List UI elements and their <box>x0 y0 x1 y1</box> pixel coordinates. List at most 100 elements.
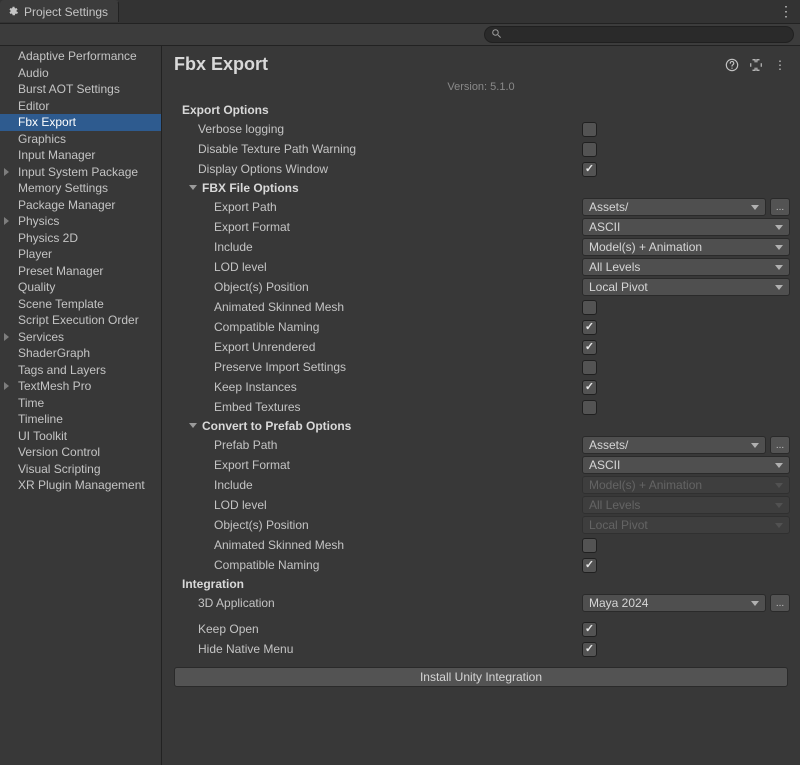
section-integration: Integration <box>162 575 800 593</box>
sidebar-item-fbx-export[interactable]: Fbx Export <box>0 114 161 131</box>
checkbox-keep-open[interactable] <box>582 622 597 637</box>
sidebar-item-visual-scripting[interactable]: Visual Scripting <box>0 461 161 478</box>
checkbox-embed-textures[interactable] <box>582 400 597 415</box>
sidebar-item-ui-toolkit[interactable]: UI Toolkit <box>0 428 161 445</box>
section-export-options: Export Options <box>162 101 800 119</box>
sidebar-item-package-manager[interactable]: Package Manager <box>0 197 161 214</box>
sidebar-item-time[interactable]: Time <box>0 395 161 412</box>
search-input-wrap[interactable] <box>484 26 794 43</box>
sidebar-item-label: Audio <box>18 66 49 80</box>
checkbox-animated-skinned-mesh[interactable] <box>582 300 597 315</box>
label-keep-open: Keep Open <box>162 622 582 636</box>
label-display-options-window: Display Options Window <box>162 162 582 176</box>
label-objects-position: Object(s) Position <box>162 280 582 294</box>
expand-arrow-icon <box>4 382 9 390</box>
sidebar-item-xr-plugin-management[interactable]: XR Plugin Management <box>0 477 161 494</box>
dropdown-lod-level[interactable]: All Levels <box>582 258 790 276</box>
sidebar-item-label: Tags and Layers <box>18 363 106 377</box>
sidebar-item-input-manager[interactable]: Input Manager <box>0 147 161 164</box>
label-disable-texture-warning: Disable Texture Path Warning <box>162 142 582 156</box>
sidebar-item-label: XR Plugin Management <box>18 478 145 492</box>
dropdown-export-format[interactable]: ASCII <box>582 218 790 236</box>
sidebar-item-preset-manager[interactable]: Preset Manager <box>0 263 161 280</box>
label-prefab-objects-position: Object(s) Position <box>162 518 582 532</box>
sidebar-item-timeline[interactable]: Timeline <box>0 411 161 428</box>
label-3d-application: 3D Application <box>162 596 582 610</box>
tab-project-settings[interactable]: Project Settings <box>0 0 119 22</box>
sidebar-item-label: Scene Template <box>18 297 104 311</box>
sidebar-item-script-execution-order[interactable]: Script Execution Order <box>0 312 161 329</box>
sidebar-item-label: Package Manager <box>18 198 115 212</box>
sidebar-item-label: UI Toolkit <box>18 429 67 443</box>
sidebar-item-graphics[interactable]: Graphics <box>0 131 161 148</box>
toolbar <box>0 24 800 46</box>
checkbox-export-unrendered[interactable] <box>582 340 597 355</box>
preset-icon[interactable] <box>748 57 764 73</box>
checkbox-prefab-compatible-naming[interactable] <box>582 558 597 573</box>
sidebar-item-label: Script Execution Order <box>18 313 139 327</box>
sidebar-item-label: TextMesh Pro <box>18 379 91 393</box>
tab-label: Project Settings <box>24 5 108 19</box>
sidebar-item-label: Physics 2D <box>18 231 78 245</box>
sidebar-item-physics[interactable]: Physics <box>0 213 161 230</box>
panel-menu-icon[interactable]: ⋮ <box>772 57 788 73</box>
checkbox-disable-texture-warning[interactable] <box>582 142 597 157</box>
label-hide-native-menu: Hide Native Menu <box>162 642 582 656</box>
sidebar-item-label: Input Manager <box>18 148 95 162</box>
window-menu-icon[interactable]: ⋮ <box>778 3 794 20</box>
section-convert-to-prefab[interactable]: Convert to Prefab Options <box>162 417 800 435</box>
sidebar-item-label: Input System Package <box>18 165 138 179</box>
sidebar-item-input-system-package[interactable]: Input System Package <box>0 164 161 181</box>
page-title: Fbx Export <box>174 54 268 75</box>
sidebar-item-label: Timeline <box>18 412 63 426</box>
dropdown-prefab-include: Model(s) + Animation <box>582 476 790 494</box>
sidebar-item-label: Quality <box>18 280 55 294</box>
checkbox-verbose-logging[interactable] <box>582 122 597 137</box>
sidebar-item-adaptive-performance[interactable]: Adaptive Performance <box>0 48 161 65</box>
sidebar-item-tags-and-layers[interactable]: Tags and Layers <box>0 362 161 379</box>
checkbox-compatible-naming[interactable] <box>582 320 597 335</box>
expand-arrow-icon <box>4 168 9 176</box>
sidebar-item-version-control[interactable]: Version Control <box>0 444 161 461</box>
sidebar-item-audio[interactable]: Audio <box>0 65 161 82</box>
checkbox-preserve-import-settings[interactable] <box>582 360 597 375</box>
sidebar-item-shadergraph[interactable]: ShaderGraph <box>0 345 161 362</box>
dropdown-prefab-lod-level: All Levels <box>582 496 790 514</box>
browse-export-path-button[interactable]: ... <box>770 198 790 216</box>
label-prefab-compatible-naming: Compatible Naming <box>162 558 582 572</box>
dropdown-prefab-path[interactable]: Assets/ <box>582 436 766 454</box>
search-input[interactable] <box>506 29 787 41</box>
sidebar-item-editor[interactable]: Editor <box>0 98 161 115</box>
install-unity-integration-button[interactable]: Install Unity Integration <box>174 667 788 687</box>
sidebar-item-label: Memory Settings <box>18 181 108 195</box>
browse-prefab-path-button[interactable]: ... <box>770 436 790 454</box>
checkbox-hide-native-menu[interactable] <box>582 642 597 657</box>
label-prefab-animated-skinned-mesh: Animated Skinned Mesh <box>162 538 582 552</box>
section-fbx-file-options[interactable]: FBX File Options <box>162 179 800 197</box>
sidebar-item-label: Physics <box>18 214 59 228</box>
version-text: Version: 5.1.0 <box>162 79 800 101</box>
browse-3d-application-button[interactable]: ... <box>770 594 790 612</box>
dropdown-objects-position[interactable]: Local Pivot <box>582 278 790 296</box>
sidebar-item-label: Player <box>18 247 52 261</box>
sidebar-item-label: Visual Scripting <box>18 462 101 476</box>
dropdown-prefab-export-format[interactable]: ASCII <box>582 456 790 474</box>
sidebar: Adaptive PerformanceAudioBurst AOT Setti… <box>0 46 162 765</box>
label-lod-level: LOD level <box>162 260 582 274</box>
sidebar-item-player[interactable]: Player <box>0 246 161 263</box>
dropdown-prefab-objects-position: Local Pivot <box>582 516 790 534</box>
dropdown-export-path[interactable]: Assets/ <box>582 198 766 216</box>
sidebar-item-physics-2d[interactable]: Physics 2D <box>0 230 161 247</box>
sidebar-item-scene-template[interactable]: Scene Template <box>0 296 161 313</box>
sidebar-item-quality[interactable]: Quality <box>0 279 161 296</box>
sidebar-item-textmesh-pro[interactable]: TextMesh Pro <box>0 378 161 395</box>
dropdown-include[interactable]: Model(s) + Animation <box>582 238 790 256</box>
sidebar-item-memory-settings[interactable]: Memory Settings <box>0 180 161 197</box>
checkbox-display-options-window[interactable] <box>582 162 597 177</box>
checkbox-keep-instances[interactable] <box>582 380 597 395</box>
help-icon[interactable] <box>724 57 740 73</box>
sidebar-item-services[interactable]: Services <box>0 329 161 346</box>
checkbox-prefab-animated-skinned-mesh[interactable] <box>582 538 597 553</box>
dropdown-3d-application[interactable]: Maya 2024 <box>582 594 766 612</box>
sidebar-item-burst-aot-settings[interactable]: Burst AOT Settings <box>0 81 161 98</box>
